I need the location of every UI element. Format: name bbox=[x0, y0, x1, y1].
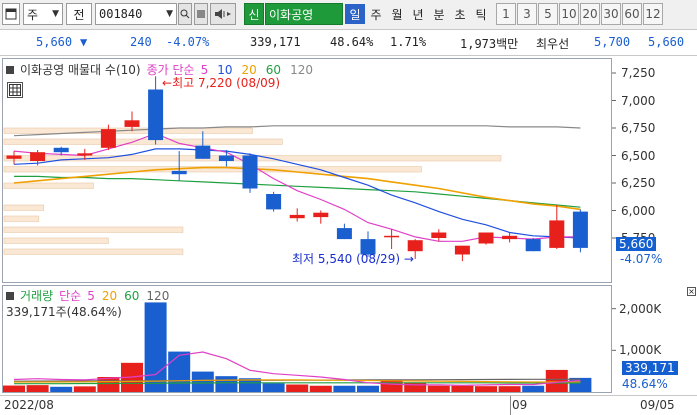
candle-body bbox=[478, 232, 494, 244]
high-marker: ←최고 7,220 (08/09) bbox=[162, 74, 280, 91]
candle-body bbox=[124, 120, 140, 127]
candle-body bbox=[525, 239, 541, 252]
candle-body bbox=[242, 155, 258, 189]
candle-body bbox=[572, 211, 588, 248]
ma-legend-120[interactable]: 120 bbox=[290, 63, 313, 77]
volume-profile-bar bbox=[3, 226, 184, 233]
ma20-line bbox=[13, 166, 581, 211]
x-axis bbox=[0, 395, 697, 415]
candle-body bbox=[218, 155, 234, 161]
candle-body bbox=[53, 147, 69, 153]
volume-profile-bar bbox=[3, 237, 109, 244]
candle-body bbox=[384, 235, 400, 238]
volume-panel-title: 거래량 bbox=[20, 289, 54, 303]
high-marker-text: 최고 7,220 (08/09) bbox=[172, 76, 281, 90]
vol-ma-legend-120[interactable]: 120 bbox=[146, 289, 169, 303]
price-tick-label: 6,250 bbox=[621, 176, 656, 190]
vol-ma-prefix: 단순 bbox=[59, 289, 82, 303]
candle-body bbox=[431, 232, 447, 238]
volume-profile-bar bbox=[3, 215, 40, 222]
legend-toggle-icon[interactable] bbox=[6, 65, 14, 74]
low-arrow-icon: → bbox=[400, 252, 414, 266]
candle-body bbox=[77, 153, 93, 156]
volume-tick-label: 1,000K bbox=[619, 343, 662, 358]
candle-body bbox=[313, 212, 329, 218]
candle-body bbox=[195, 145, 211, 159]
candle-body bbox=[454, 245, 470, 255]
table-icon[interactable] bbox=[7, 82, 23, 98]
candle-body bbox=[502, 235, 518, 240]
price-tick-label: 7,250 bbox=[621, 66, 656, 80]
price-tick-label: 6,000 bbox=[621, 203, 656, 218]
ma10-line bbox=[13, 148, 581, 239]
candle-body bbox=[6, 155, 22, 159]
volume-legend: 거래량 단순 5 20 60 120 bbox=[6, 287, 169, 304]
price-panel-title: 이화공영 매물대 수(10) bbox=[20, 63, 141, 77]
price-tick-label: 7,000 bbox=[621, 93, 656, 108]
chart-window: 주 ▼ 전 001840 ▼ 신 이화공영 일 주 월 년 분 초 틱 1 3 5 10 20 30 60… bbox=[0, 0, 697, 415]
volume-profile-bar bbox=[3, 138, 283, 145]
vol-ma-legend-60[interactable]: 60 bbox=[124, 289, 139, 303]
x-label-start: 2022/08 bbox=[4, 398, 54, 412]
price-tick-label: 6,750 bbox=[621, 121, 656, 135]
price-tick-label: 6,500 bbox=[621, 148, 656, 163]
candle-body bbox=[289, 214, 305, 219]
current-change-tag: -4.07% bbox=[620, 252, 663, 266]
current-volume-ratio: 48.64% bbox=[622, 377, 668, 391]
candle-body bbox=[336, 228, 352, 240]
volume-profile-bar bbox=[3, 248, 184, 255]
vol-ma-legend-items: 5 20 60 120 bbox=[87, 289, 169, 303]
candle-body bbox=[148, 89, 164, 141]
vol-ma-legend-5[interactable]: 5 bbox=[87, 289, 95, 303]
low-marker-text: 최저 5,540 (08/29) bbox=[292, 252, 401, 266]
candle-body bbox=[100, 129, 116, 148]
month-divider bbox=[510, 396, 511, 415]
close-icon[interactable]: × bbox=[687, 287, 696, 296]
ma60-line bbox=[14, 175, 581, 208]
current-volume-tag: 339,171 bbox=[622, 361, 678, 375]
low-marker: 최저 5,540 (08/29) → bbox=[292, 250, 414, 267]
candle-body bbox=[171, 170, 187, 175]
current-price-tag: 5,660 bbox=[616, 237, 657, 251]
candle-body bbox=[266, 194, 282, 210]
high-arrow-icon: ← bbox=[162, 76, 173, 90]
volume-info: 339,171주(48.64%) bbox=[6, 305, 122, 319]
volume-profile-bar bbox=[3, 204, 45, 211]
candle-body bbox=[30, 152, 46, 161]
candle-body bbox=[549, 220, 565, 248]
volume-profile-bar bbox=[3, 182, 94, 189]
legend-toggle-icon[interactable] bbox=[6, 291, 14, 300]
ma5-line bbox=[13, 132, 581, 242]
x-label-month: 09 bbox=[512, 398, 528, 412]
volume-tick-label: 2,000K bbox=[619, 301, 662, 316]
vol-ma-legend-20[interactable]: 20 bbox=[102, 289, 117, 303]
x-label-end: 09/05 bbox=[640, 398, 675, 412]
